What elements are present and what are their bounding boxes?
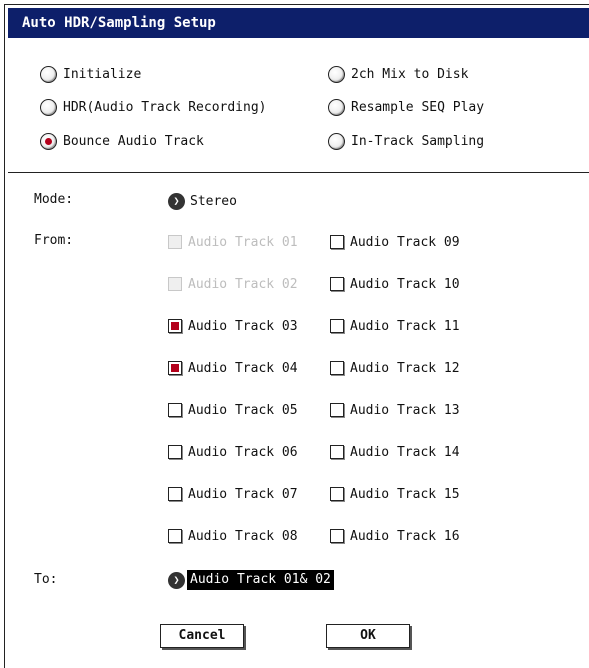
- checkbox-label: Audio Track 12: [350, 360, 460, 376]
- checkbox-icon: [330, 445, 344, 459]
- dialog-title: Auto HDR/Sampling Setup: [8, 8, 589, 38]
- checkbox-icon: [330, 319, 344, 333]
- checkbox-label: Audio Track 07: [188, 486, 298, 502]
- checkbox-audio-track-06[interactable]: Audio Track 06: [168, 442, 298, 462]
- checkbox-icon: [168, 529, 182, 543]
- checkbox-checked-icon: [168, 319, 182, 333]
- radio-button-selected-icon: [40, 132, 57, 150]
- chevron-right-icon: ❯: [168, 571, 185, 589]
- checkbox-audio-track-15[interactable]: Audio Track 15: [330, 484, 460, 504]
- mode-label: Mode:: [34, 192, 74, 207]
- checkbox-label: Audio Track 01: [188, 234, 298, 250]
- checkbox-icon: [168, 487, 182, 501]
- checkbox-audio-track-05[interactable]: Audio Track 05: [168, 400, 298, 420]
- radio-button-icon: [328, 98, 345, 116]
- chevron-right-icon: ❯: [168, 192, 185, 210]
- radio-label: Bounce Audio Track: [63, 133, 204, 149]
- checkbox-icon: [330, 403, 344, 417]
- checkbox-audio-track-13[interactable]: Audio Track 13: [330, 400, 460, 420]
- checkbox-audio-track-12[interactable]: Audio Track 12: [330, 358, 460, 378]
- radio-button-icon: [40, 65, 57, 83]
- ok-button[interactable]: OK: [326, 624, 410, 648]
- checkbox-audio-track-09[interactable]: Audio Track 09: [330, 232, 460, 252]
- checkbox-audio-track-01: Audio Track 01: [168, 232, 298, 252]
- checkbox-label: Audio Track 16: [350, 528, 460, 544]
- radio-label: In-Track Sampling: [351, 133, 485, 149]
- checkbox-label: Audio Track 06: [188, 444, 298, 460]
- checkbox-audio-track-08[interactable]: Audio Track 08: [168, 526, 298, 546]
- checkbox-checked-icon: [168, 361, 182, 375]
- checkbox-label: Audio Track 15: [350, 486, 460, 502]
- checkbox-label: Audio Track 09: [350, 234, 460, 250]
- radio-label: HDR(Audio Track Recording): [63, 99, 267, 115]
- checkbox-label: Audio Track 08: [188, 528, 298, 544]
- from-label: From:: [34, 233, 74, 248]
- to-label: To:: [34, 572, 58, 587]
- mode-value: Stereo: [190, 193, 237, 209]
- checkbox-label: Audio Track 03: [188, 318, 298, 334]
- radio-resample-seq-play[interactable]: Resample SEQ Play: [328, 97, 484, 117]
- radio-label: Resample SEQ Play: [351, 99, 485, 115]
- checkbox-icon: [168, 277, 182, 291]
- checkbox-audio-track-03[interactable]: Audio Track 03: [168, 316, 298, 336]
- radio-button-icon: [328, 65, 345, 83]
- checkbox-icon: [330, 529, 344, 543]
- checkbox-icon: [168, 445, 182, 459]
- checkbox-icon: [330, 361, 344, 375]
- radio-initialize[interactable]: Initialize: [40, 64, 141, 84]
- checkbox-icon: [330, 277, 344, 291]
- checkbox-label: Audio Track 14: [350, 444, 460, 460]
- checkbox-audio-track-16[interactable]: Audio Track 16: [330, 526, 460, 546]
- checkbox-audio-track-11[interactable]: Audio Track 11: [330, 316, 460, 336]
- radio-bounce-audio-track[interactable]: Bounce Audio Track: [40, 131, 204, 151]
- checkbox-label: Audio Track 04: [188, 360, 298, 376]
- checkbox-audio-track-02: Audio Track 02: [168, 274, 298, 294]
- radio-label: Initialize: [63, 66, 142, 82]
- radio-button-icon: [40, 98, 57, 116]
- checkbox-label: Audio Track 05: [188, 402, 298, 418]
- mode-popup[interactable]: ❯ Stereo: [168, 190, 237, 212]
- to-popup[interactable]: ❯ Audio Track 01& 02: [168, 569, 334, 591]
- checkbox-label: Audio Track 11: [350, 318, 460, 334]
- checkbox-label: Audio Track 10: [350, 276, 460, 292]
- checkbox-audio-track-14[interactable]: Audio Track 14: [330, 442, 460, 462]
- checkbox-icon: [330, 235, 344, 249]
- checkbox-audio-track-04[interactable]: Audio Track 04: [168, 358, 298, 378]
- checkbox-audio-track-10[interactable]: Audio Track 10: [330, 274, 460, 294]
- checkbox-icon: [330, 487, 344, 501]
- radio-button-icon: [328, 132, 345, 150]
- checkbox-label: Audio Track 13: [350, 402, 460, 418]
- radio-in-track-sampling[interactable]: In-Track Sampling: [328, 131, 484, 151]
- checkbox-audio-track-07[interactable]: Audio Track 07: [168, 484, 298, 504]
- radio-2ch-mix-to-disk[interactable]: 2ch Mix to Disk: [328, 64, 468, 84]
- cancel-button[interactable]: Cancel: [160, 624, 244, 648]
- to-value: Audio Track 01& 02: [187, 570, 334, 590]
- radio-hdr-audio-track-recording[interactable]: HDR(Audio Track Recording): [40, 97, 267, 117]
- checkbox-icon: [168, 403, 182, 417]
- radio-label: 2ch Mix to Disk: [351, 66, 469, 82]
- checkbox-icon: [168, 235, 182, 249]
- checkbox-label: Audio Track 02: [188, 276, 298, 292]
- section-divider: [8, 172, 589, 173]
